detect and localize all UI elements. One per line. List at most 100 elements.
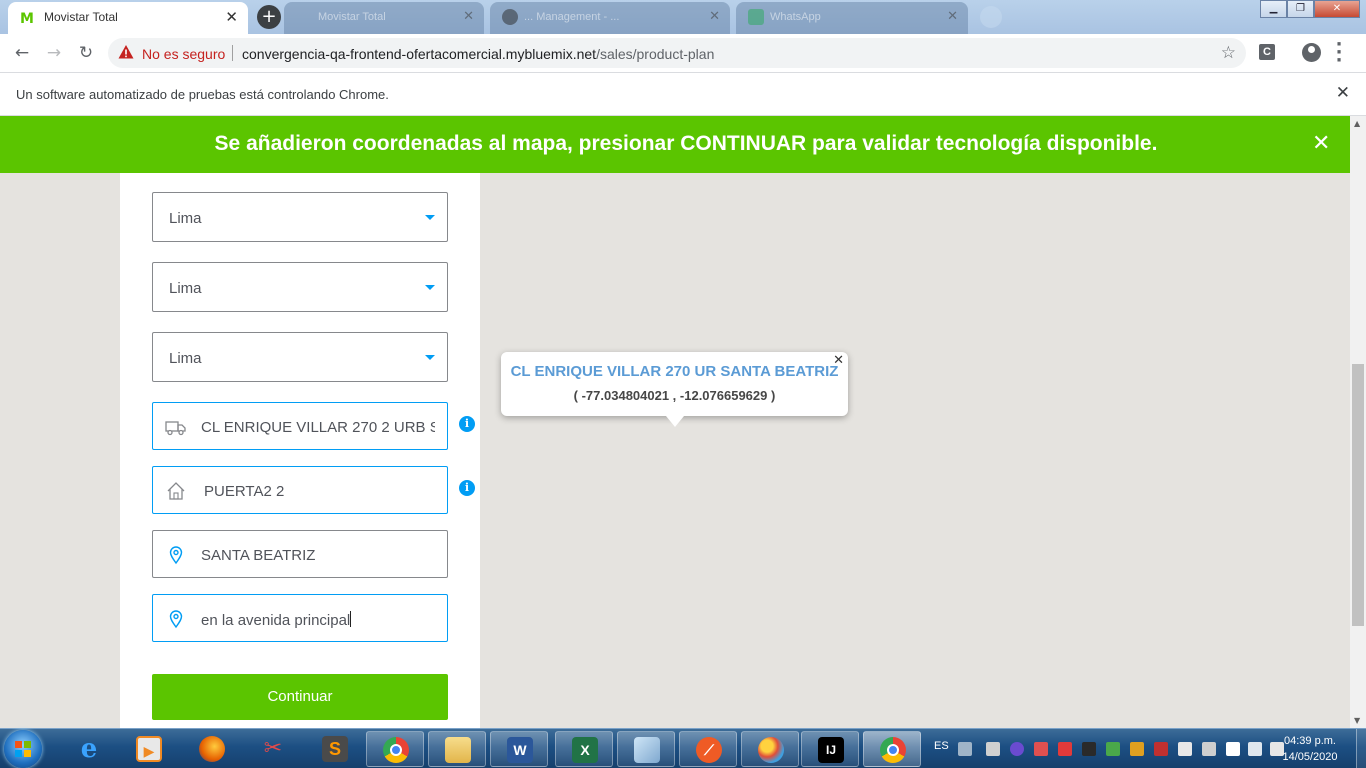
reference-value-wrap: en la avenida principal	[201, 611, 435, 629]
urbanization-value: SANTA BEATRIZ	[201, 547, 316, 564]
tray-app-icon[interactable]	[1106, 742, 1120, 756]
security-status-label[interactable]: No es seguro	[142, 46, 225, 62]
delivery-truck-icon	[165, 421, 186, 436]
tray-app-icon[interactable]	[1082, 742, 1096, 756]
reference-value: en la avenida principal	[201, 612, 351, 629]
tray-app-icon[interactable]	[986, 742, 1000, 756]
close-icon[interactable]: ✕	[1336, 83, 1350, 103]
sublime-text-icon: S	[322, 736, 348, 762]
bookmark-star-icon[interactable]: ☆	[1221, 43, 1236, 63]
address-bar[interactable]: No es seguro convergencia-qa-frontend-of…	[108, 38, 1246, 68]
reload-icon[interactable]: ↻	[74, 41, 98, 65]
keyboard-icon[interactable]	[958, 742, 972, 756]
chrome-menu-icon[interactable]: · · ·	[1334, 36, 1344, 70]
info-icon[interactable]: i	[459, 416, 475, 432]
continue-button[interactable]: Continuar	[152, 674, 448, 720]
clock-date: 14/05/2020	[1282, 751, 1338, 763]
minimize-button[interactable]: ▁	[1260, 0, 1287, 18]
tab-background-3[interactable]: WhatsApp ✕	[736, 2, 968, 34]
urbanization-input[interactable]: SANTA BEATRIZ	[152, 530, 448, 578]
word-icon: W	[507, 737, 533, 763]
banner-close-icon[interactable]: ✕	[1312, 131, 1330, 156]
url-text[interactable]: convergencia-qa-frontend-ofertacomercial…	[242, 46, 714, 62]
restore-button[interactable]: ❐	[1287, 0, 1314, 18]
taskbar-chrome-active[interactable]	[863, 731, 921, 767]
location-pin-icon	[169, 610, 183, 629]
snipping-tool-icon: ✂	[263, 736, 283, 761]
chevron-down-icon	[425, 285, 435, 290]
close-icon[interactable]: ✕	[833, 353, 844, 368]
taskbar-app-circles[interactable]	[741, 731, 799, 767]
browser-toolbar: ← → ↻ No es seguro convergencia-qa-front…	[0, 34, 1366, 72]
tray-app-icon[interactable]	[1058, 742, 1072, 756]
interior-input[interactable]: PUERTA2 2	[152, 466, 448, 514]
chrome-icon	[880, 737, 906, 763]
internet-explorer-icon: e	[80, 734, 98, 764]
taskbar-word[interactable]: W	[490, 731, 548, 767]
page-scrollbar[interactable]: ▲ ▼	[1350, 116, 1366, 728]
taskbar-notepad-app[interactable]	[617, 731, 675, 767]
taskbar-file-explorer[interactable]	[428, 731, 486, 767]
taskbar-media-player[interactable]: ▶	[120, 731, 178, 767]
window-close-button[interactable]: ✕	[1314, 0, 1360, 18]
close-icon[interactable]: ✕	[225, 8, 238, 26]
extension-c-icon[interactable]: C	[1259, 44, 1275, 60]
language-indicator[interactable]: ES	[934, 740, 949, 752]
postman-icon: ⟋	[696, 737, 722, 763]
taskbar-chrome[interactable]	[366, 731, 424, 767]
close-icon[interactable]: ✕	[463, 9, 474, 24]
firefox-icon	[199, 736, 225, 762]
taskbar-internet-explorer[interactable]: e	[60, 731, 118, 767]
windows-logo-icon	[15, 741, 31, 757]
browser-tab-strip: M Movistar Total ✕ + Movistar Total ✕ ..…	[0, 0, 1366, 34]
notepad-icon	[634, 737, 660, 763]
reference-input[interactable]: en la avenida principal	[152, 594, 448, 642]
tray-app-icon[interactable]	[1010, 742, 1024, 756]
province-select[interactable]: Lima	[152, 262, 448, 312]
intellij-idea-icon: IJ	[818, 737, 844, 763]
scroll-up-icon[interactable]: ▲	[1354, 119, 1360, 128]
close-icon[interactable]: ✕	[709, 9, 720, 24]
profile-avatar-icon[interactable]	[1302, 43, 1321, 62]
department-select[interactable]: Lima	[152, 192, 448, 242]
tray-app-icon[interactable]	[1034, 742, 1048, 756]
tab-background-1[interactable]: Movistar Total ✕	[284, 2, 484, 34]
taskbar-sublime-text[interactable]: S	[306, 731, 364, 767]
automation-notice: Un software automatizado de pruebas está…	[16, 87, 389, 102]
popup-address-title: CL ENRIQUE VILLAR 270 UR SANTA BEATRIZ	[510, 363, 839, 380]
tray-app-icon[interactable]	[1178, 742, 1192, 756]
close-icon[interactable]: ✕	[947, 9, 958, 24]
taskbar-snipping-tool[interactable]: ✂	[244, 731, 302, 767]
excel-icon: X	[572, 737, 598, 763]
taskbar-firefox[interactable]	[183, 731, 241, 767]
district-select[interactable]: Lima	[152, 332, 448, 382]
address-value: CL ENRIQUE VILLAR 270 2 URB SANTA BEATRI…	[201, 419, 435, 436]
home-icon	[167, 482, 185, 500]
scroll-down-icon[interactable]: ▼	[1354, 716, 1360, 725]
new-tab-button[interactable]: +	[257, 5, 281, 29]
automation-infobar: Un software automatizado de pruebas está…	[0, 72, 1366, 116]
tab-title: WhatsApp	[770, 11, 821, 23]
scroll-thumb[interactable]	[1352, 364, 1364, 626]
popup-coordinates: ( -77.034804021 , -12.076659629 )	[573, 388, 776, 403]
start-button[interactable]	[4, 730, 42, 768]
address-input[interactable]: CL ENRIQUE VILLAR 270 2 URB SANTA BEATRI…	[152, 402, 448, 450]
network-icon[interactable]	[1248, 742, 1262, 756]
tab-title: Movistar Total	[318, 11, 386, 23]
tray-app-icon[interactable]	[1154, 742, 1168, 756]
taskbar-intellij-idea[interactable]: IJ	[801, 731, 859, 767]
system-tray: ES	[924, 729, 1284, 768]
forward-arrow-icon[interactable]: →	[42, 41, 66, 65]
taskbar-postman[interactable]: ⟋	[679, 731, 737, 767]
back-arrow-icon[interactable]: ←	[10, 41, 34, 65]
show-desktop-button[interactable]	[1356, 729, 1366, 768]
tray-app-icon[interactable]	[1130, 742, 1144, 756]
tab-background-2[interactable]: ... Management - ... ✕	[490, 2, 730, 34]
media-player-icon: ▶	[136, 736, 162, 762]
taskbar-excel[interactable]: X	[555, 731, 613, 767]
tray-app-icon[interactable]	[1202, 742, 1216, 756]
taskbar-clock[interactable]: 04:39 p.m. 14/05/2020	[1274, 733, 1346, 765]
action-center-flag-icon[interactable]	[1226, 742, 1240, 756]
tab-movistar-total[interactable]: M Movistar Total ✕	[8, 2, 248, 34]
info-icon[interactable]: i	[459, 480, 475, 496]
